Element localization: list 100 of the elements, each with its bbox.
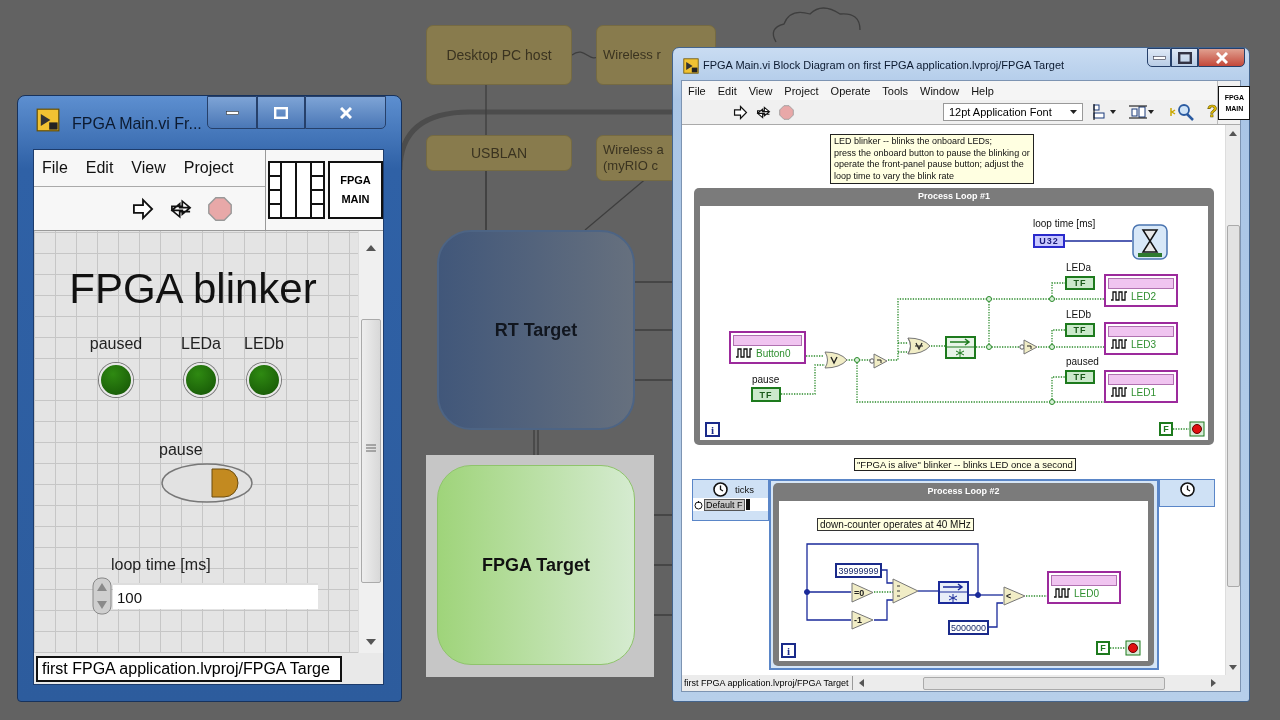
run-button[interactable]: [130, 195, 156, 222]
boolean-terminal: TF: [1065, 323, 1095, 337]
stepper-control[interactable]: [92, 577, 112, 615]
wire: [780, 364, 826, 395]
menu-item[interactable]: File: [34, 159, 78, 177]
distribute-objects-button[interactable]: [1129, 104, 1155, 120]
square-wave-icon: [1111, 291, 1127, 301]
not-gate-icon: [869, 353, 888, 369]
scroll-left-icon[interactable]: [859, 679, 865, 687]
close-button[interactable]: [305, 96, 386, 129]
wire-junction: [1049, 399, 1055, 405]
align-objects-button[interactable]: [1093, 104, 1117, 120]
boolean-terminal: TF: [1065, 370, 1095, 384]
scroll-down-icon[interactable]: [366, 639, 376, 645]
timing-source-field: Default F: [704, 498, 745, 511]
minimize-icon: [225, 110, 239, 115]
search-icon[interactable]: [1169, 103, 1195, 121]
iteration-terminal: i: [781, 643, 796, 658]
not-gate-icon: [1019, 339, 1038, 355]
io-node: LED3: [1104, 322, 1178, 355]
scrollbar-thumb[interactable]: [923, 677, 1166, 690]
function-node: <: [1003, 586, 1026, 606]
maximize-button[interactable]: [257, 96, 305, 129]
loop-title: Process Loop #1: [917, 191, 991, 201]
menu-item[interactable]: Operate: [824, 84, 877, 97]
panel-heading: FPGA blinker: [68, 265, 318, 313]
square-wave-icon: [1111, 387, 1127, 397]
menu-item[interactable]: Window: [914, 84, 966, 97]
wire: [805, 355, 825, 357]
menu-item[interactable]: View: [742, 84, 779, 97]
maximize-icon: [1177, 51, 1192, 64]
source-label: ticks: [735, 483, 754, 495]
numeric-terminal: U32: [1033, 234, 1065, 248]
terminal-label: paused: [1066, 356, 1099, 367]
scroll-up-icon[interactable]: [366, 245, 376, 251]
menu-item[interactable]: Project: [778, 84, 825, 97]
caret-icon: [1070, 110, 1077, 114]
led-label: LEDb: [243, 335, 285, 353]
numeric-constant: 39999999: [835, 563, 882, 578]
run-button[interactable]: [732, 103, 749, 121]
wire-junction: [804, 589, 810, 595]
scrollbar-thumb[interactable]: [1227, 225, 1240, 587]
wire-junction: [854, 357, 860, 363]
grip-icon: [366, 444, 376, 452]
menu-item[interactable]: File: [682, 84, 712, 97]
feedback-node-icon: [938, 581, 969, 604]
xor-gate-icon: [907, 337, 931, 355]
numeric-field[interactable]: 100: [113, 583, 318, 609]
terminal-label: LEDa: [1066, 262, 1091, 273]
scrollbar-thumb[interactable]: [361, 319, 381, 583]
square-wave-icon: [1111, 339, 1127, 349]
wire-junction: [986, 296, 992, 302]
boolean-terminal: TF: [751, 387, 781, 402]
scroll-down-icon[interactable]: [1229, 665, 1237, 670]
terminal-label: pause: [752, 374, 780, 385]
app-icon: [36, 108, 60, 132]
close-button[interactable]: [1198, 48, 1245, 67]
loop-title: Process Loop #2: [926, 486, 1001, 496]
menu-item[interactable]: Project: [175, 159, 244, 177]
function-node: =0: [851, 582, 874, 603]
menu-item[interactable]: Tools: [876, 84, 915, 97]
node-label: Wireless r: [603, 47, 661, 63]
close-icon: [1215, 51, 1228, 64]
menu-item[interactable]: Edit: [77, 159, 124, 177]
led-label: LEDa: [180, 335, 222, 353]
wire: [1172, 428, 1190, 430]
toggle-switch[interactable]: [160, 462, 254, 504]
minimize-button[interactable]: [1147, 48, 1171, 67]
feedback-node-icon: [945, 336, 976, 359]
abort-button[interactable]: [206, 194, 234, 223]
switch-label: pause: [159, 441, 203, 459]
node-label: (myRIO c: [603, 158, 658, 174]
diagram-comment: LED blinker -- blinks the onboard LEDs; press the onboard button to pause the blinking or operate the front-panel pause button; adjust the loop time to vary the blink rate: [830, 134, 1034, 184]
window-title: FPGA Main.vi Block Diagram on first FPGA application.lvproj/FPGA Target: [703, 59, 1065, 71]
numeric-constant: 5000000: [948, 620, 989, 635]
iteration-terminal: i: [705, 422, 720, 437]
clock-icon: [1179, 482, 1195, 497]
menu-item[interactable]: Edit: [711, 84, 743, 97]
select-node-icon: [892, 578, 919, 604]
font-dropdown[interactable]: 12pt Application Font: [943, 103, 1083, 121]
diagram-comment: "FPGA is alive" blinker -- blinks LED once a second: [854, 458, 1076, 471]
maximize-icon: [274, 106, 288, 119]
close-icon: [339, 106, 352, 119]
wire-junction: [1049, 296, 1055, 302]
menu-item[interactable]: View: [123, 159, 176, 177]
scroll-right-icon[interactable]: [1211, 679, 1217, 687]
wire: [988, 602, 1004, 628]
boolean-constant: F: [1096, 641, 1110, 655]
led-label: paused: [88, 335, 144, 353]
terminal-bar: [745, 499, 750, 510]
boolean-terminal: TF: [1065, 276, 1095, 290]
status-path: first FPGA application.lvproj/FPGA Targe: [36, 655, 342, 682]
square-wave-icon: [736, 348, 752, 358]
node-label: FPGA Target: [482, 554, 590, 576]
menu-item[interactable]: Help: [965, 84, 1000, 97]
maximize-button[interactable]: [1171, 48, 1198, 67]
node-label: Wireless a: [603, 142, 664, 158]
io-node: Button0: [729, 331, 806, 364]
scroll-up-icon[interactable]: [1229, 131, 1237, 136]
hourglass-icon: [1132, 224, 1168, 260]
